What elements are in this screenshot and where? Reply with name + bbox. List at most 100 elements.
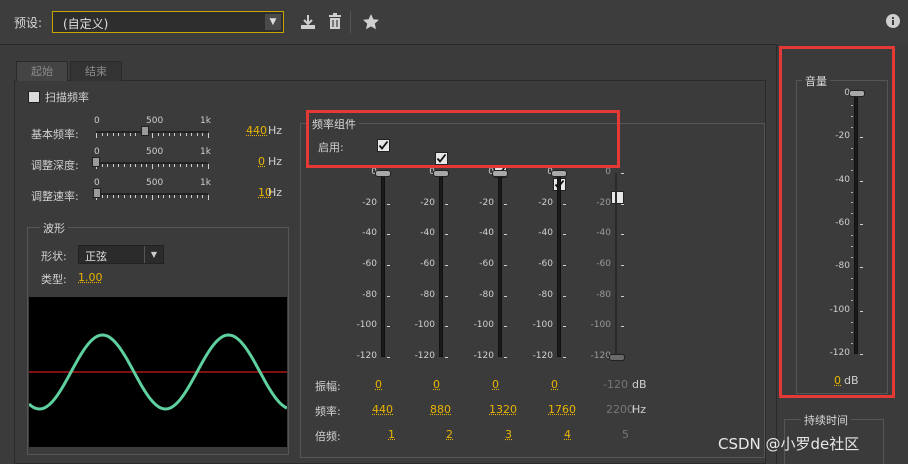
db-tick-mark [387,204,390,205]
amplitude-value[interactable]: 0 [492,378,499,391]
db-tick-label: -60 [347,259,377,269]
chevron-down-icon[interactable]: ▼ [144,246,163,263]
amplitude-track [615,173,617,357]
shape-dropdown[interactable]: 正弦 ▼ [78,245,164,264]
frequency-value[interactable]: 440 [372,403,393,416]
slider-tick [130,133,131,136]
slider-tick [169,133,170,136]
preset-value: (自定义) [63,15,108,32]
slider-tick [152,133,153,138]
db-tick-mark [621,296,624,297]
db-tick-mark [445,234,448,235]
slider-tick [141,164,142,167]
slider-tick [191,195,192,198]
slider-tick [197,133,198,136]
slider-thumb[interactable] [93,188,101,198]
info-icon[interactable] [884,13,902,31]
slider-tick [113,133,114,136]
frequency-unit: Hz [632,403,646,416]
amplitude-label: 振幅: [315,378,341,394]
db-tick-label: -100 [523,320,553,330]
slider-tick [174,133,175,136]
amplitude-value[interactable]: 0 [375,378,382,391]
slider-thumb[interactable] [92,157,100,167]
db-tick-mark [621,326,624,327]
param-label: 调整速率: [31,188,79,204]
db-tick-label: -20 [464,198,494,208]
enable-checkbox[interactable] [611,191,624,204]
db-tick-label: 0 [523,167,553,177]
highlight-box-components [306,110,620,168]
amplitude-thumb[interactable] [609,354,625,361]
slider-tick [152,164,153,169]
preset-dropdown[interactable]: (自定义) ▼ [52,11,284,33]
slider-tick [169,195,170,198]
db-tick-label: -40 [523,228,553,238]
slider-scale-label: 1k [200,116,211,126]
tab-end[interactable]: 结束 [70,61,122,81]
db-tick-mark [387,296,390,297]
frequency-label: 频率: [315,403,341,419]
amplitude-value[interactable]: 0 [433,378,440,391]
slider-tick [141,195,142,198]
frequency-value[interactable]: 1760 [548,403,576,416]
slider-thumb[interactable] [141,126,149,136]
highlight-box-volume [779,46,895,398]
param-value[interactable]: 0 [258,155,265,168]
db-tick-label: 0 [464,167,494,177]
multiple-value[interactable]: 3 [505,428,512,441]
multiple-value[interactable]: 4 [564,428,571,441]
slider-tick [158,164,159,167]
db-tick-label: 0 [581,167,611,177]
frequency-value[interactable]: 1320 [489,403,517,416]
slider-tick [180,164,181,167]
delete-preset-icon[interactable] [326,13,344,31]
type-value[interactable]: 1.00 [78,271,103,284]
slider-tick [180,195,181,198]
amplitude-track [557,173,561,357]
param-value[interactable]: 440 [246,124,267,137]
tab-start[interactable]: 起始 [16,61,68,81]
db-tick-mark [563,296,566,297]
param-unit: Hz [268,155,282,168]
slider-tick [107,133,108,136]
slider-tick [102,195,103,198]
slider-tick [180,133,181,136]
amplitude-track [439,173,443,357]
slider-tick [118,164,119,167]
preset-label: 预设: [14,14,42,31]
slider-tick [169,164,170,167]
db-tick-mark [504,326,507,327]
slider-tick [107,195,108,198]
slider-tick [135,164,136,167]
db-tick-label: -20 [581,198,611,208]
slider-tick [163,164,164,167]
favorite-star-icon[interactable] [362,13,380,31]
sweep-frequency-checkbox[interactable] [28,91,40,103]
slider-tick [208,133,209,138]
save-preset-icon[interactable] [299,13,317,31]
slider-tick [124,195,125,198]
slider-scale-label: 500 [146,147,163,157]
amplitude-value[interactable]: 0 [551,378,558,391]
multiple-value[interactable]: 1 [388,428,395,441]
db-tick-label: -40 [464,228,494,238]
amplitude-thumb[interactable] [492,170,508,177]
multiple-value[interactable]: 5 [622,428,629,441]
amplitude-track [498,173,502,357]
slider-scale-label: 1k [200,147,211,157]
multiple-value[interactable]: 2 [446,428,453,441]
db-tick-mark [621,265,624,266]
slider-tick [158,195,159,198]
chevron-down-icon[interactable]: ▼ [265,14,281,30]
amplitude-thumb[interactable] [375,170,391,177]
slider-tick [174,195,175,198]
frequency-value[interactable]: 880 [430,403,451,416]
amplitude-value[interactable]: -120 [603,378,628,391]
db-tick-label: -100 [581,320,611,330]
slider-tick [197,164,198,167]
amplitude-thumb[interactable] [551,170,567,177]
frequency-value[interactable]: 2200 [606,403,634,416]
amplitude-thumb[interactable] [433,170,449,177]
db-tick-mark [445,265,448,266]
